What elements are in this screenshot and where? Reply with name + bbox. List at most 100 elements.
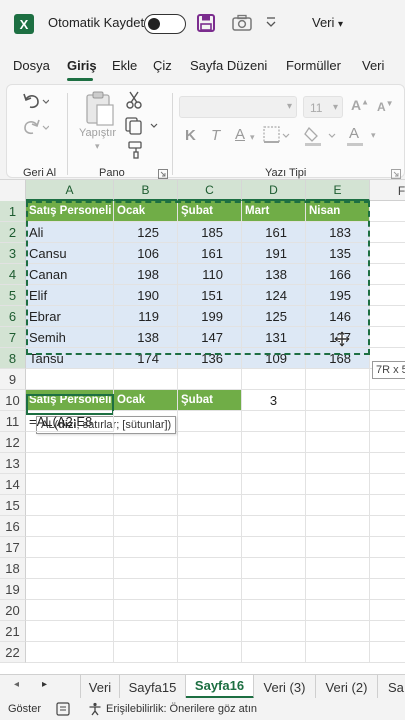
cell[interactable] bbox=[26, 495, 114, 516]
data-cell[interactable]: 138 bbox=[242, 264, 306, 285]
cell[interactable] bbox=[242, 432, 306, 453]
column-header-c[interactable]: C bbox=[178, 180, 242, 201]
data-cell[interactable]: Ali bbox=[26, 222, 114, 243]
autosave-toggle[interactable] bbox=[144, 14, 186, 34]
data-cell[interactable]: Elif bbox=[26, 285, 114, 306]
cell[interactable] bbox=[26, 537, 114, 558]
cell[interactable] bbox=[370, 264, 405, 285]
copy-icon[interactable] bbox=[125, 117, 159, 135]
redo-icon[interactable] bbox=[21, 117, 49, 137]
sheet-tab-veri-2[interactable]: Veri (2) bbox=[316, 675, 378, 699]
row-header-1[interactable]: 1 bbox=[0, 201, 26, 222]
dialog-launcher-icon[interactable] bbox=[158, 169, 168, 179]
data-cell[interactable]: Canan bbox=[26, 264, 114, 285]
row-header-18[interactable]: 18 bbox=[0, 558, 26, 579]
data-cell[interactable]: 135 bbox=[306, 243, 370, 264]
cell[interactable] bbox=[114, 474, 178, 495]
formula-edit-cell[interactable]: =AL(A2:E8 bbox=[26, 411, 114, 432]
cell[interactable] bbox=[370, 642, 405, 663]
cell[interactable] bbox=[26, 558, 114, 579]
cell[interactable] bbox=[370, 222, 405, 243]
cell[interactable] bbox=[306, 516, 370, 537]
data-cell[interactable]: 125 bbox=[242, 306, 306, 327]
row-header-19[interactable]: 19 bbox=[0, 579, 26, 600]
cell[interactable] bbox=[242, 369, 306, 390]
cell[interactable] bbox=[370, 411, 405, 432]
column-header-b[interactable]: B bbox=[114, 180, 178, 201]
cell[interactable] bbox=[26, 516, 114, 537]
data-cell[interactable]: 168 bbox=[306, 348, 370, 369]
row-header-12[interactable]: 12 bbox=[0, 432, 26, 453]
cell[interactable] bbox=[306, 390, 370, 411]
data-cell[interactable]: Ebrar bbox=[26, 306, 114, 327]
row-header-20[interactable]: 20 bbox=[0, 600, 26, 621]
row-header-17[interactable]: 17 bbox=[0, 537, 26, 558]
data-cell[interactable]: 124 bbox=[242, 285, 306, 306]
cell[interactable] bbox=[178, 600, 242, 621]
data-cell[interactable]: Semih bbox=[26, 327, 114, 348]
font-size-dropdown[interactable]: 11 ▾ bbox=[303, 96, 343, 118]
cell[interactable] bbox=[306, 474, 370, 495]
tab-sayfa-duzeni[interactable]: Sayfa Düzeni bbox=[190, 58, 267, 73]
row-header-7[interactable]: 7 bbox=[0, 327, 26, 348]
status-view[interactable]: Göster bbox=[8, 703, 41, 715]
cell[interactable] bbox=[306, 369, 370, 390]
row-header-3[interactable]: 3 bbox=[0, 243, 26, 264]
sheet-tab-sayfa15[interactable]: Sayfa15 bbox=[120, 675, 186, 699]
header-cell[interactable]: Mart bbox=[242, 201, 306, 222]
customize-toolbar-icon[interactable] bbox=[264, 13, 278, 33]
cell[interactable] bbox=[26, 474, 114, 495]
cell[interactable] bbox=[370, 516, 405, 537]
cell[interactable] bbox=[178, 411, 242, 432]
cell[interactable] bbox=[26, 642, 114, 663]
save-icon[interactable] bbox=[196, 13, 216, 33]
row-header-6[interactable]: 6 bbox=[0, 306, 26, 327]
cell[interactable] bbox=[178, 537, 242, 558]
decrease-font-icon[interactable]: A▼ bbox=[377, 99, 394, 114]
cell[interactable] bbox=[114, 453, 178, 474]
cell[interactable] bbox=[306, 432, 370, 453]
cell[interactable] bbox=[114, 495, 178, 516]
cell[interactable] bbox=[370, 453, 405, 474]
sheet-tab-veri[interactable]: Veri bbox=[80, 675, 120, 699]
column-header-a[interactable]: A bbox=[26, 180, 114, 201]
cell[interactable] bbox=[114, 558, 178, 579]
cell[interactable] bbox=[114, 369, 178, 390]
row-header-16[interactable]: 16 bbox=[0, 516, 26, 537]
cell[interactable] bbox=[26, 432, 114, 453]
row-header-21[interactable]: 21 bbox=[0, 621, 26, 642]
document-title[interactable]: Veri ▾ bbox=[312, 15, 343, 30]
underline-button[interactable]: A bbox=[235, 126, 245, 143]
cell[interactable] bbox=[242, 642, 306, 663]
cell[interactable] bbox=[114, 537, 178, 558]
tab-formuller[interactable]: Formüller bbox=[286, 58, 341, 73]
format-painter-icon[interactable] bbox=[127, 141, 145, 159]
data-cell[interactable]: 151 bbox=[178, 285, 242, 306]
sheet-tab-sa[interactable]: Sa bbox=[378, 675, 405, 699]
data-cell[interactable]: 166 bbox=[306, 264, 370, 285]
cell[interactable] bbox=[306, 453, 370, 474]
header-cell[interactable]: Satış Personeli bbox=[26, 390, 114, 411]
header-cell[interactable]: Ocak bbox=[114, 201, 178, 222]
cell[interactable] bbox=[178, 495, 242, 516]
row-header-4[interactable]: 4 bbox=[0, 264, 26, 285]
cell[interactable] bbox=[26, 579, 114, 600]
cell[interactable] bbox=[242, 600, 306, 621]
cell[interactable] bbox=[26, 453, 114, 474]
data-cell[interactable]: 199 bbox=[178, 306, 242, 327]
cell[interactable] bbox=[242, 558, 306, 579]
row-header-22[interactable]: 22 bbox=[0, 642, 26, 663]
data-cell[interactable]: 198 bbox=[114, 264, 178, 285]
accessibility-status[interactable]: Erişilebilirlik: Önerilere göz atın bbox=[106, 703, 257, 715]
cell[interactable] bbox=[242, 537, 306, 558]
cell[interactable] bbox=[178, 621, 242, 642]
data-cell[interactable]: 110 bbox=[178, 264, 242, 285]
data-cell[interactable]: 146 bbox=[306, 306, 370, 327]
worksheet-grid[interactable]: A B C D E F 1 2 3 4 5 6 7 8 9 10 11 12 13 14 15 16 17 18 1… bbox=[0, 180, 405, 674]
data-cell[interactable]: Cansu bbox=[26, 243, 114, 264]
cell[interactable] bbox=[178, 558, 242, 579]
data-cell[interactable]: 131 bbox=[242, 327, 306, 348]
tab-ciz[interactable]: Çiz bbox=[153, 58, 172, 73]
row-header-15[interactable]: 15 bbox=[0, 495, 26, 516]
sheet-tab-sayfa16[interactable]: Sayfa16 bbox=[186, 675, 254, 699]
